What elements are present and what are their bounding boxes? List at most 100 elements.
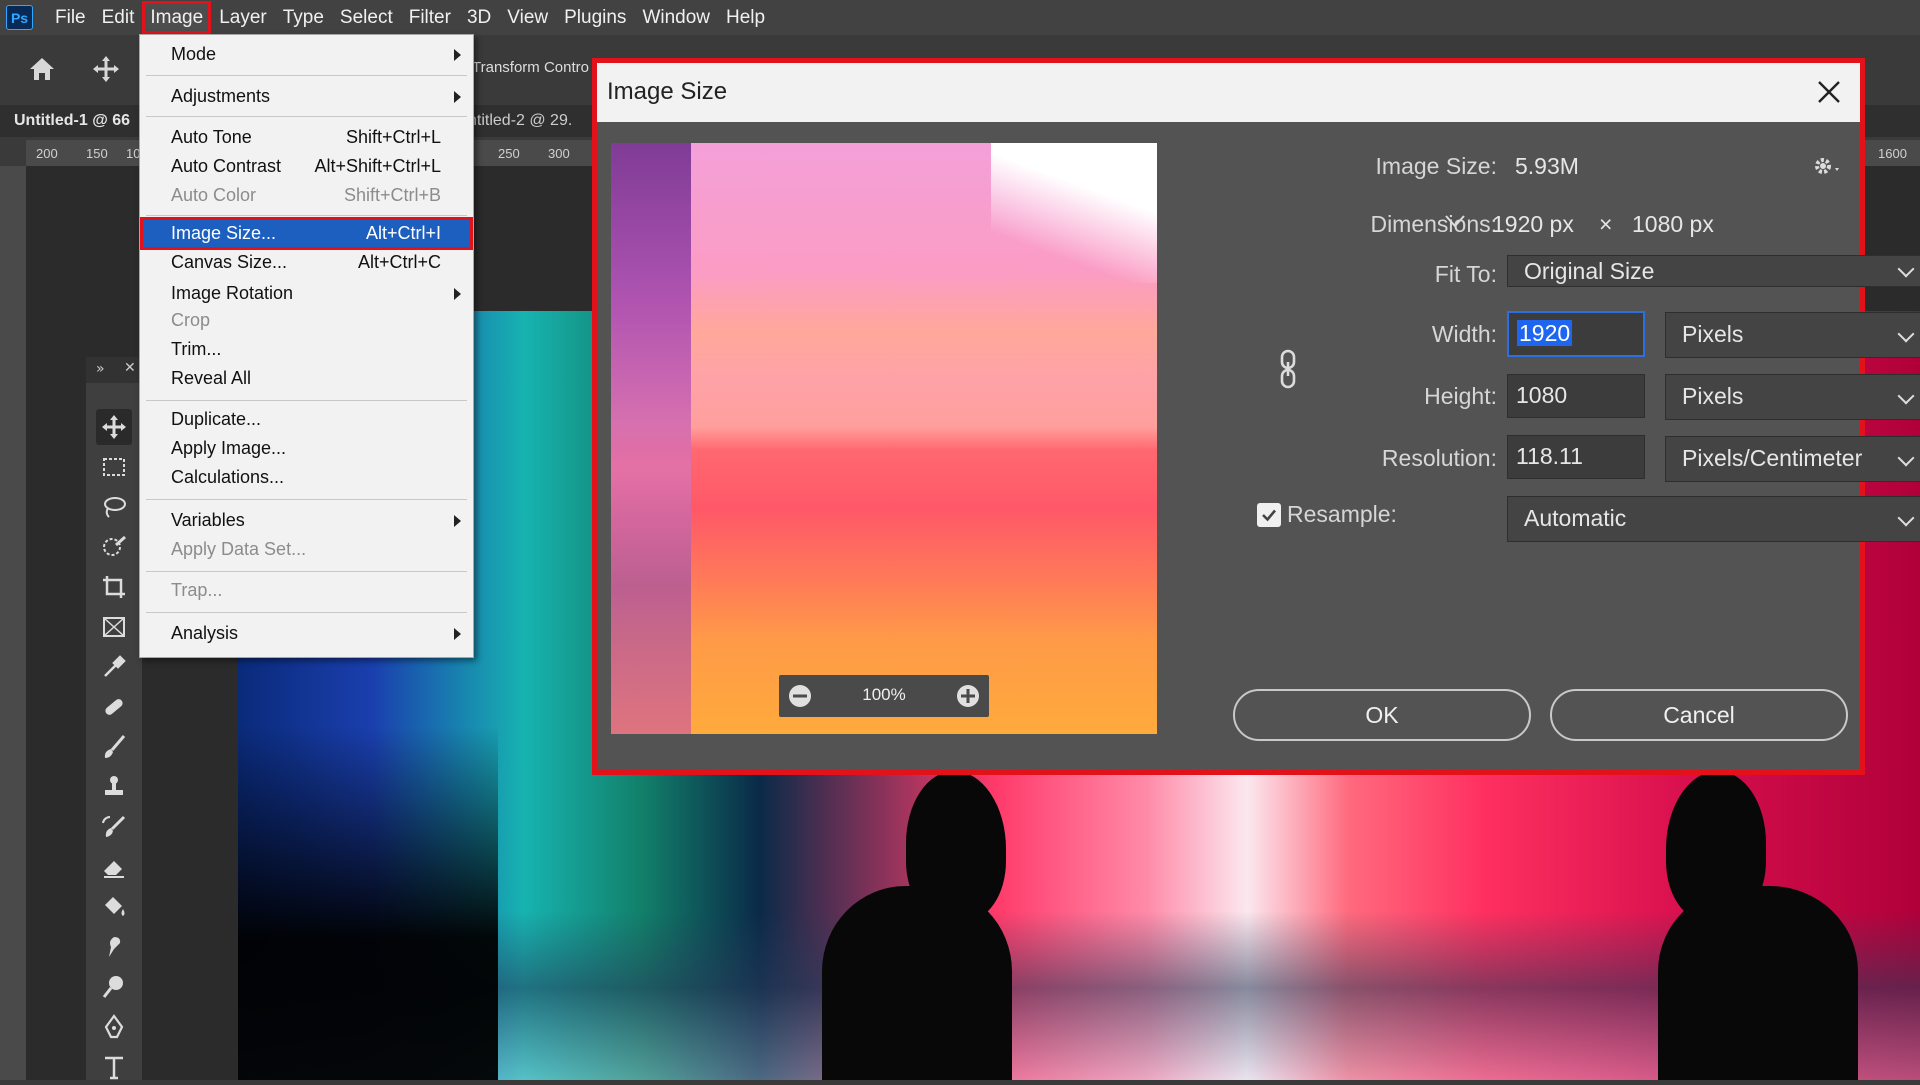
menu-layer[interactable]: Layer <box>211 1 275 34</box>
tool-move[interactable] <box>96 409 132 445</box>
width-unit-value: Pixels <box>1682 321 1744 347</box>
menu-image[interactable]: Image <box>142 1 212 34</box>
menu-item-label: Apply Image... <box>171 438 287 458</box>
document-tab-untitled-2[interactable]: ntitled-2 @ 29. <box>468 105 588 137</box>
tool-lasso[interactable] <box>96 489 132 525</box>
resample-value: Automatic <box>1524 505 1627 531</box>
image-preview[interactable]: 100% <box>611 143 1157 734</box>
menu-select[interactable]: Select <box>332 1 401 34</box>
ruler-label: 250 <box>498 146 520 161</box>
resolution-unit-value: Pixels/Centimeter <box>1682 445 1863 471</box>
document-tab-untitled-1[interactable]: Untitled-1 @ 66 <box>14 105 140 137</box>
cancel-button[interactable]: Cancel <box>1550 689 1848 741</box>
marquee-icon <box>103 458 125 476</box>
menu-plugins[interactable]: Plugins <box>556 1 634 34</box>
close-icon[interactable]: ✕ <box>124 360 136 376</box>
resolution-input[interactable]: 118.11 <box>1507 435 1645 479</box>
paint-bucket-icon <box>105 897 125 916</box>
menu-item-crop: Crop <box>142 306 471 335</box>
menu-item-label: Calculations... <box>171 467 285 487</box>
fit-to-select[interactable]: Original Size <box>1507 255 1920 287</box>
tool-paint-bucket[interactable] <box>96 889 132 925</box>
menu-view[interactable]: View <box>499 1 556 34</box>
fit-to-label: Fit To: <box>1434 261 1497 287</box>
tool-clone-stamp[interactable] <box>96 769 132 805</box>
tool-frame[interactable] <box>96 609 132 645</box>
width-unit-select[interactable]: Pixels <box>1665 312 1920 358</box>
menu-file[interactable]: File <box>47 1 94 34</box>
menu-item-trim[interactable]: Trim... <box>142 335 471 364</box>
menu-item-shortcut: Shift+Ctrl+B <box>343 185 441 205</box>
width-input[interactable]: 1920 <box>1507 311 1645 357</box>
submenu-arrow-icon <box>454 515 461 527</box>
home-icon[interactable] <box>26 53 58 85</box>
tool-history-brush[interactable] <box>96 809 132 845</box>
ruler-label: 150 <box>86 146 108 161</box>
menu-item-auto-tone[interactable]: Auto Tone Shift+Ctrl+L <box>142 123 471 152</box>
resample-select[interactable]: Automatic <box>1507 496 1920 542</box>
menu-filter[interactable]: Filter <box>401 1 459 34</box>
menu-item-label: Canvas Size... <box>171 252 288 272</box>
tool-brush[interactable] <box>96 729 132 765</box>
menu-item-duplicate[interactable]: Duplicate... <box>142 405 471 434</box>
dialog-close-button[interactable] <box>1812 75 1846 109</box>
ok-button[interactable]: OK <box>1233 689 1531 741</box>
zoom-in-icon[interactable] <box>955 683 981 709</box>
tool-smudge[interactable] <box>96 929 132 965</box>
tool-eraser[interactable] <box>96 849 132 885</box>
chevron-down-icon[interactable] <box>1440 206 1470 236</box>
dialog-titlebar[interactable]: Image Size <box>597 63 1860 122</box>
gear-icon[interactable] <box>1809 151 1843 185</box>
menu-item-canvas-size[interactable]: Canvas Size... Alt+Ctrl+C <box>142 248 471 277</box>
menu-item-apply-image[interactable]: Apply Image... <box>142 434 471 463</box>
move-tool-icon[interactable] <box>90 53 122 85</box>
menu-window[interactable]: Window <box>634 1 718 34</box>
resample-checkbox[interactable] <box>1257 503 1281 527</box>
zoom-out-icon[interactable] <box>787 683 813 709</box>
resolution-unit-select[interactable]: Pixels/Centimeter <box>1665 436 1920 482</box>
tool-marquee[interactable] <box>96 449 132 485</box>
menu-item-image-size[interactable]: Image Size... Alt+Ctrl+I <box>140 217 473 250</box>
menu-help[interactable]: Help <box>718 1 773 34</box>
menu-item-auto-color: Auto Color Shift+Ctrl+B <box>142 181 471 210</box>
height-input[interactable]: 1080 <box>1507 374 1645 418</box>
tool-dodge[interactable] <box>96 969 132 1005</box>
menu-type[interactable]: Type <box>275 1 332 34</box>
menu-item-reveal-all[interactable]: Reveal All <box>142 364 471 393</box>
image-size-label: Image Size: <box>1375 153 1497 179</box>
frame-icon <box>103 617 125 637</box>
menu-item-variables[interactable]: Variables <box>142 506 471 535</box>
ruler-label: 1600 <box>1878 146 1907 161</box>
menu-item-image-rotation[interactable]: Image Rotation <box>142 279 471 308</box>
menu-item-auto-contrast[interactable]: Auto Contrast Alt+Shift+Ctrl+L <box>142 152 471 181</box>
type-icon <box>105 1056 123 1080</box>
menu-3d[interactable]: 3D <box>459 1 499 34</box>
checkmark-icon <box>1262 509 1276 522</box>
height-unit-select[interactable]: Pixels <box>1665 374 1920 420</box>
move-icon <box>102 415 126 439</box>
lasso-icon <box>104 497 126 518</box>
dimensions-width-value: 1920 px <box>1492 211 1574 237</box>
menu-item-label: Reveal All <box>171 368 252 388</box>
menu-item-calculations[interactable]: Calculations... <box>142 463 471 492</box>
tool-crop[interactable] <box>96 569 132 605</box>
transform-controls-label[interactable]: Transform Contro <box>472 59 589 76</box>
tool-pen[interactable] <box>96 1009 132 1045</box>
preview-image-detail <box>991 143 1157 283</box>
chevron-down-icon <box>1897 387 1915 405</box>
tools-panel: » ✕ <box>86 357 143 1080</box>
ruler-left <box>0 166 26 1080</box>
menu-item-label: Image Size... <box>171 223 277 243</box>
menu-item-mode[interactable]: Mode <box>142 40 471 69</box>
collapse-icon[interactable]: » <box>96 361 105 377</box>
menu-edit[interactable]: Edit <box>94 1 143 34</box>
tool-healing-brush[interactable] <box>96 689 132 725</box>
tool-eyedropper[interactable] <box>96 649 132 685</box>
tool-quick-selection[interactable] <box>96 529 132 565</box>
menu-item-shortcut: Alt+Ctrl+C <box>357 252 441 272</box>
menu-item-adjustments[interactable]: Adjustments <box>142 82 471 111</box>
submenu-arrow-icon <box>454 288 461 300</box>
menu-item-analysis[interactable]: Analysis <box>142 619 471 648</box>
quick-selection-icon <box>103 535 126 556</box>
height-label: Height: <box>1424 383 1497 409</box>
